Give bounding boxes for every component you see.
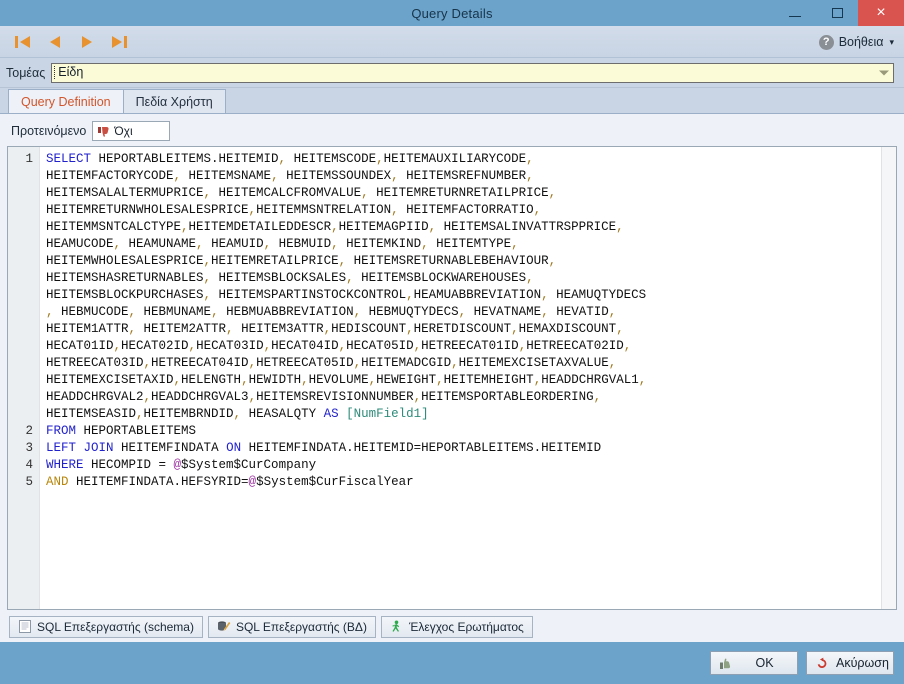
query-details-window: Query Details × ? Βοήθεια ▾ Τομέας Είδη … (0, 0, 904, 684)
editor-line-number-gutter: 1 2 3 4 5 (8, 147, 40, 609)
sql-editor-db-label: SQL Επεξεργαστής (ΒΔ) (235, 619, 367, 634)
check-query-button[interactable]: Έλεγχος Ερωτήματος (380, 615, 533, 638)
help-label: Βοήθεια (838, 35, 884, 49)
sql-code-area[interactable]: SELECT HEPORTABLEITEMS.HEITEMID, HEITEMS… (40, 147, 896, 609)
help-menu[interactable]: ? Βοήθεια ▾ (818, 26, 894, 58)
cancel-label: Ακύρωση (836, 656, 889, 670)
sql-code-line: HEITEMEXCISETAXID,HELENGTH,HEWIDTH,HEVOL… (46, 373, 647, 387)
suggested-row: Προτεινόμενο Όχι (7, 119, 897, 143)
sql-code-line: SELECT HEPORTABLEITEMS.HEITEMID, HEITEMS… (46, 152, 534, 166)
suggested-combobox[interactable]: Όχι (92, 121, 171, 141)
sql-editor-schema-label: SQL Επεξεργαστής (schema) (37, 619, 194, 634)
line-number-spacer (8, 202, 39, 219)
editor-toolbar: SQL Επεξεργαστής (schema) SQL Επεξεργαστ… (7, 614, 897, 642)
sql-code-line: HEITEMSALALTERMUPRICE, HEITEMCALCFROMVAL… (46, 186, 557, 200)
record-navigation-group (8, 31, 130, 53)
line-number-spacer (8, 253, 39, 270)
sql-code-line: HEITEMSBLOCKPURCHASES, HEITEMSPARTINSTOC… (46, 288, 647, 302)
editor-vertical-scrollbar[interactable] (881, 147, 896, 609)
sql-code-line: HEITEMSEASID,HEITEMBRNDID, HEASALQTY AS … (46, 407, 429, 421)
previous-record-icon[interactable] (44, 31, 66, 53)
sql-editor-schema-button[interactable]: SQL Επεξεργαστής (schema) (9, 615, 203, 638)
thumbs-up-icon (719, 656, 733, 670)
line-number: 2 (25, 424, 33, 438)
sql-code-line: HEAMUCODE, HEAMUNAME, HEAMUID, HEBMUID, … (46, 237, 519, 251)
sql-code-line: HEITEMRETURNWHOLESALESPRICE,HEITEMMSNTRE… (46, 203, 542, 217)
line-number-spacer (8, 270, 39, 287)
domain-combobox[interactable]: Είδη (51, 62, 894, 83)
sql-code-line: HECAT01ID,HECAT02ID,HECAT03ID,HECAT04ID,… (46, 339, 632, 353)
chevron-down-icon[interactable] (879, 70, 889, 75)
line-number: 3 (25, 441, 33, 455)
line-number-spacer (8, 338, 39, 355)
thumbs-down-icon (97, 125, 110, 137)
ok-label: OK (755, 656, 774, 670)
sql-code-line: LEFT JOIN HEITEMFINDATA ON HEITEMFINDATA… (46, 441, 602, 455)
sql-code-line: AND HEITEMFINDATA.HEFSYRID=@$System$CurF… (46, 475, 414, 489)
undo-arrow-icon (815, 656, 829, 670)
sql-code-line: WHERE HECOMPID = @$System$CurCompany (46, 458, 317, 472)
window-title: Query Details (411, 5, 493, 21)
run-person-icon (390, 620, 404, 634)
suggested-label: Προτεινόμενο (11, 124, 87, 138)
line-number-spacer (8, 389, 39, 406)
check-query-label: Έλεγχος Ερωτήματος (408, 619, 524, 634)
sql-editor[interactable]: 1 2 3 4 5 SELECT HEPORTABLEITEMS.HEITEMI… (7, 146, 897, 610)
chevron-down-icon: ▾ (889, 36, 894, 47)
sql-editor-db-button[interactable]: SQL Επεξεργαστής (ΒΔ) (207, 615, 376, 638)
query-definition-panel: Προτεινόμενο Όχι 1 2 3 4 5 SELECT HEPORT… (0, 114, 904, 642)
line-number-spacer (8, 287, 39, 304)
minimize-button[interactable] (774, 0, 816, 26)
line-number-spacer (8, 355, 39, 372)
line-number: 5 (25, 475, 33, 489)
dialog-footer: OK Ακύρωση (0, 642, 904, 684)
command-bar: ? Βοήθεια ▾ (0, 26, 904, 58)
document-icon (18, 620, 32, 634)
sql-code-line: FROM HEPORTABLEITEMS (46, 424, 197, 438)
ok-button[interactable]: OK (710, 651, 798, 675)
line-number: 1 (25, 152, 33, 166)
first-record-icon[interactable] (12, 31, 34, 53)
cancel-button[interactable]: Ακύρωση (806, 651, 894, 675)
domain-row: Τομέας Είδη (0, 58, 904, 88)
tab-user-fields[interactable]: Πεδία Χρήστη (122, 89, 226, 113)
line-number: 4 (25, 458, 33, 472)
database-query-icon (217, 620, 231, 634)
line-number-spacer (8, 219, 39, 236)
line-number-spacer (8, 185, 39, 202)
sql-code-line: HEITEM1ATTR, HEITEM2ATTR, HEITEM3ATTR,HE… (46, 322, 624, 336)
title-bar: Query Details × (0, 0, 904, 26)
question-mark-icon: ? (818, 34, 834, 50)
line-number-spacer (8, 236, 39, 253)
sql-code-line: HEITEMMSNTCALCTYPE,HEITEMDETAILEDDESCR,H… (46, 220, 624, 234)
window-controls: × (774, 0, 904, 26)
sql-code-line: , HEBMUCODE, HEBMUNAME, HEBMUABBREVIATIO… (46, 305, 617, 319)
domain-label: Τομέας (6, 65, 46, 80)
sql-code-line: HEITEMFACTORYCODE, HEITEMSNAME, HEITEMSS… (46, 169, 534, 183)
sql-code-line: HEITEMWHOLESALESPRICE,HEITEMRETAILPRICE,… (46, 254, 557, 268)
line-number-spacer (8, 304, 39, 321)
sql-code-line: HEADDCHRGVAL2,HEADDCHRGVAL3,HEITEMSREVIS… (46, 390, 602, 404)
suggested-value: Όχι (114, 124, 133, 138)
line-number-spacer (8, 168, 39, 185)
domain-value: Είδη (54, 66, 83, 79)
line-number-spacer (8, 406, 39, 423)
line-number-spacer (8, 321, 39, 338)
sql-code-line: HEITEMSHASRETURNABLES, HEITEMSBLOCKSALES… (46, 271, 534, 285)
close-button[interactable]: × (858, 0, 904, 26)
last-record-icon[interactable] (108, 31, 130, 53)
sql-code-line: HETREECAT03ID,HETREECAT04ID,HETREECAT05I… (46, 356, 617, 370)
tab-strip: Query Definition Πεδία Χρήστη (0, 88, 904, 114)
tab-query-definition[interactable]: Query Definition (8, 89, 124, 113)
line-number-spacer (8, 372, 39, 389)
next-record-icon[interactable] (76, 31, 98, 53)
maximize-button[interactable] (816, 0, 858, 26)
